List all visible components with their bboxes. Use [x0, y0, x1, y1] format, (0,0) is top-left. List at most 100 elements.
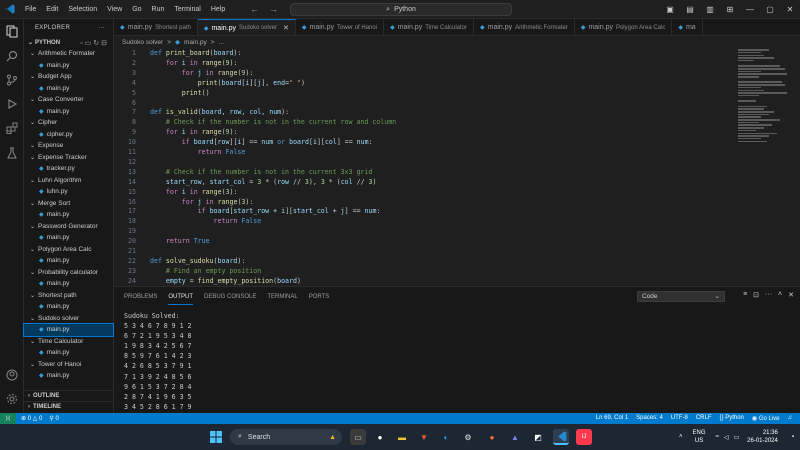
wifi-icon[interactable]: ≈: [716, 434, 719, 440]
tree-folder[interactable]: ⌄ Shortest path: [24, 290, 113, 302]
search-icon[interactable]: [4, 48, 20, 64]
tree-folder[interactable]: ⌄ Probability calculator: [24, 267, 113, 279]
run-debug-icon[interactable]: [4, 96, 20, 112]
back-arrow-icon[interactable]: ←: [250, 4, 259, 14]
tree-folder[interactable]: ⌄ Tower of Hanoi: [24, 359, 113, 371]
tree-file[interactable]: ◆ main.py: [24, 255, 113, 267]
editor-tab[interactable]: ◆ main.py Shortest path: [114, 19, 198, 35]
editor-tab[interactable]: ◆ ma: [672, 19, 703, 35]
close-icon[interactable]: ✕: [780, 5, 800, 14]
tab-debug-console[interactable]: DEBUG CONSOLE: [204, 290, 256, 304]
tree-file[interactable]: ◆ main.py: [24, 106, 113, 118]
layout-custom-icon[interactable]: ⊞: [720, 5, 740, 14]
battery-icon[interactable]: ▭: [733, 434, 739, 441]
vscode-taskbar-icon[interactable]: [553, 429, 569, 445]
more-actions-icon[interactable]: ···: [98, 25, 105, 31]
show-hidden-icons-icon[interactable]: ˄: [679, 434, 683, 440]
ports-status[interactable]: ⚲ 0: [49, 415, 58, 422]
tree-folder[interactable]: ⌄ Polygon Area Calc: [24, 244, 113, 256]
timeline-section[interactable]: › TIMELINE: [24, 401, 114, 412]
tree-file[interactable]: ◆ tracker.py: [24, 163, 113, 175]
menu-terminal[interactable]: Terminal: [169, 0, 205, 19]
close-panel-icon[interactable]: ✕: [788, 291, 794, 299]
filter-list-icon[interactable]: ≡: [743, 291, 747, 299]
maximize-icon[interactable]: ▢: [760, 5, 780, 14]
output-channel-select[interactable]: Code ⌄: [637, 291, 725, 302]
tree-file[interactable]: ◆ main.py: [24, 232, 113, 244]
firefox-icon[interactable]: ●: [484, 429, 500, 445]
tree-folder[interactable]: ⌄ Password Generator: [24, 221, 113, 233]
settings-app-icon[interactable]: ⚙: [460, 429, 476, 445]
windows-start-icon[interactable]: [208, 429, 224, 445]
file-explorer-icon[interactable]: ▬: [394, 429, 410, 445]
minimap[interactable]: [738, 48, 790, 168]
editor-tab[interactable]: ◆ main.py Polygon Area Calc: [575, 19, 673, 35]
lock-icon[interactable]: ⊡: [753, 291, 759, 299]
breadcrumb-symbol[interactable]: ...: [219, 39, 224, 46]
layout-sidebar-icon[interactable]: ▣: [660, 5, 680, 14]
breadcrumb-folder[interactable]: Sudoko solver: [122, 39, 163, 46]
menu-file[interactable]: File: [20, 0, 41, 19]
jetbrains-app-icon[interactable]: IJ: [576, 429, 592, 445]
tree-file[interactable]: ◆ luhn.py: [24, 186, 113, 198]
menu-help[interactable]: Help: [206, 0, 230, 19]
tab-output[interactable]: OUTPUT: [168, 290, 194, 305]
indentation[interactable]: Spaces: 4: [636, 415, 663, 422]
remote-icon[interactable]: ⟩⟨: [0, 413, 16, 424]
maximize-panel-icon[interactable]: ˄: [778, 291, 782, 299]
menu-selection[interactable]: Selection: [63, 0, 102, 19]
problems-status[interactable]: ⊗ 0 △ 0: [21, 415, 42, 422]
brave-browser-icon[interactable]: ▼: [416, 429, 432, 445]
new-folder-icon[interactable]: ▭: [85, 40, 94, 47]
tree-folder[interactable]: ⌄ Budget App: [24, 71, 113, 83]
tree-file[interactable]: ◆ main.py: [23, 323, 114, 337]
cursor-position[interactable]: Ln 69, Col 1: [596, 415, 628, 422]
tree-file[interactable]: ◆ main.py: [24, 60, 113, 72]
tree-folder[interactable]: ⌄ Sudoko solver: [24, 313, 113, 325]
tab-ports[interactable]: PORTS: [309, 290, 330, 304]
teams-icon[interactable]: ▲: [507, 429, 523, 445]
editor-tab[interactable]: ◆ main.py Time Calculator: [384, 19, 474, 35]
tree-file[interactable]: ◆ main.py: [24, 83, 113, 95]
account-icon[interactable]: [4, 367, 20, 383]
editor-tab[interactable]: ◆ main.py Tower of Hanoi: [296, 19, 385, 35]
tree-file[interactable]: ◆ cipher.py: [24, 129, 113, 141]
testing-icon[interactable]: [4, 145, 20, 161]
tree-file[interactable]: ◆ main.py: [24, 347, 113, 359]
language-mode[interactable]: {} Python: [720, 415, 744, 422]
tree-folder[interactable]: ⌄ Case Converter: [24, 94, 113, 106]
media-app-icon[interactable]: ◩: [530, 429, 546, 445]
refresh-icon[interactable]: ↻: [93, 40, 101, 47]
explorer-icon[interactable]: [4, 23, 20, 39]
layout-panel-icon[interactable]: ▤: [680, 5, 700, 14]
tree-file[interactable]: ◆ main.py: [24, 301, 113, 313]
notification-bell-icon[interactable]: ▪: [792, 434, 794, 440]
menu-view[interactable]: View: [102, 0, 127, 19]
encoding[interactable]: UTF-8: [671, 415, 688, 422]
layout-secondary-icon[interactable]: ▥: [700, 5, 720, 14]
command-center-search[interactable]: ⌕ Python: [290, 3, 512, 16]
menu-go[interactable]: Go: [127, 0, 146, 19]
outline-section[interactable]: › OUTLINE: [24, 390, 114, 401]
taskbar-search[interactable]: ⌕ Search ▲: [230, 429, 342, 445]
tree-file[interactable]: ◆ main.py: [24, 209, 113, 221]
tree-folder[interactable]: ⌄ Time Calculator: [24, 336, 113, 348]
editor-tab[interactable]: ◆ main.py Arithmetic Formater: [474, 19, 575, 35]
task-view-icon[interactable]: ▭: [350, 429, 366, 445]
more-actions-icon[interactable]: ···: [765, 291, 772, 299]
tree-folder[interactable]: ⌄ Merge Sort: [24, 198, 113, 210]
close-tab-icon[interactable]: ✕: [283, 24, 289, 32]
tree-folder[interactable]: ⌄ Expense: [24, 140, 113, 152]
tree-file[interactable]: ◆ main.py: [24, 370, 113, 382]
breadcrumb-file[interactable]: main.py: [184, 39, 207, 46]
forward-arrow-icon[interactable]: →: [269, 4, 278, 14]
edge-browser-icon[interactable]: ◐: [438, 429, 454, 445]
minimize-icon[interactable]: —: [740, 5, 760, 14]
tree-folder[interactable]: ⌄ Luhn Algorithm: [24, 175, 113, 187]
tree-file[interactable]: ◆ main.py: [24, 278, 113, 290]
menu-run[interactable]: Run: [147, 0, 170, 19]
manage-gear-icon[interactable]: [4, 391, 20, 407]
tree-folder[interactable]: ⌄ Arithmetic Formater: [24, 48, 113, 60]
collapse-icon[interactable]: ⊟: [101, 40, 109, 47]
notifications-bell-icon[interactable]: ♫: [788, 415, 793, 422]
